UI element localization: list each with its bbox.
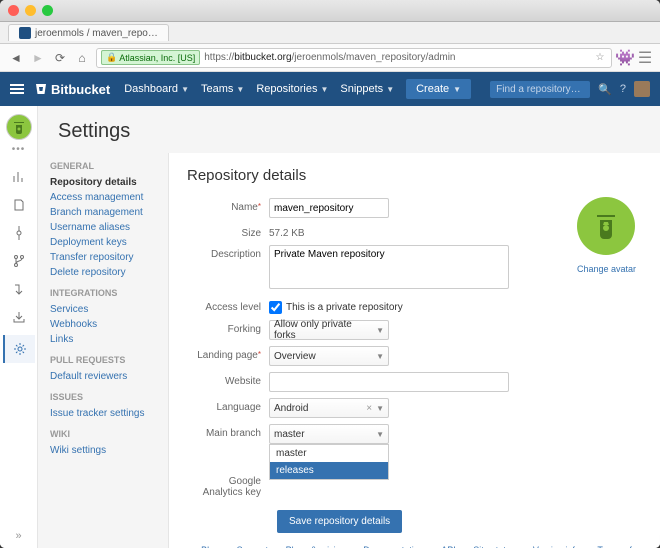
form-heading: Repository details [187,167,642,184]
close-window-icon[interactable] [8,5,19,16]
sidebar-item-links[interactable]: Links [50,332,156,347]
label-name: Name [231,202,258,213]
sidebar-item-services[interactable]: Services [50,302,156,317]
label-access: Access level [187,298,269,313]
debug-icon[interactable]: 👾 [618,51,632,65]
lock-icon: 🔒 [106,52,117,63]
label-landing: Landing page [197,350,258,361]
left-rail: ••• » [0,106,38,548]
sidehdr-integrations: INTEGRATIONS [50,288,156,298]
sidebar-item-transfer-repository[interactable]: Transfer repository [50,250,156,265]
forward-button[interactable]: ► [30,50,46,66]
url-path: /jeroenmols/maven_repository/admin [292,52,456,63]
search-input[interactable] [490,81,590,98]
sidebar-item-access-management[interactable]: Access management [50,190,156,205]
sidehdr-issues: ISSUES [50,392,156,402]
bookmark-star-icon[interactable]: ☆ [593,51,607,65]
browser-toolbar: ◄ ► ⟳ ⌂ 🔒 Atlassian, Inc. [US] https:// … [0,44,660,72]
reload-button[interactable]: ⟳ [52,50,68,66]
nav-teams[interactable]: Teams▼ [201,83,244,95]
settings-sidebar: GENERAL Repository details Access manage… [38,153,168,548]
settings-pane: Repository details Change avatar Name* S… [168,153,660,548]
sidebar-item-deployment-keys[interactable]: Deployment keys [50,235,156,250]
tab-title: jeroenmols / maven_repo… [35,28,158,39]
overview-icon[interactable] [3,163,35,191]
sidebar-item-issue-tracker-settings[interactable]: Issue tracker settings [50,406,156,421]
app-topnav: Bitbucket Dashboard▼ Teams▼ Repositories… [0,72,660,106]
user-avatar[interactable] [634,81,650,97]
commits-icon[interactable] [3,219,35,247]
sidebar-item-webhooks[interactable]: Webhooks [50,317,156,332]
save-button[interactable]: Save repository details [277,510,402,533]
description-input[interactable] [269,245,509,289]
brand-logo[interactable]: Bitbucket [34,82,110,97]
private-checkbox-label: This is a private repository [286,302,403,313]
menu-icon[interactable]: ☰ [638,51,652,65]
help-icon[interactable]: ? [620,83,626,95]
page-title: Settings [58,120,640,143]
address-bar[interactable]: 🔒 Atlassian, Inc. [US] https:// bitbucke… [96,48,612,68]
downloads-icon[interactable] [3,303,35,331]
url-scheme: https:// [204,52,234,63]
mainbranch-select[interactable]: master▼ [269,424,389,444]
label-ga: Google Analytics key [187,472,269,498]
sidebar-item-delete-repository[interactable]: Delete repository [50,265,156,280]
browser-tab[interactable]: jeroenmols / maven_repo… [8,24,169,41]
sidebar-item-wiki-settings[interactable]: Wiki settings [50,443,156,458]
branches-icon[interactable] [3,247,35,275]
private-checkbox[interactable] [269,301,282,314]
sidehdr-pullrequests: PULL REQUESTS [50,355,156,365]
sidehdr-general: GENERAL [50,161,156,171]
home-button[interactable]: ⌂ [74,50,90,66]
expand-rail-icon[interactable]: » [9,524,27,548]
dropdown-option-master[interactable]: master [270,445,388,462]
hamburger-icon[interactable] [10,84,24,94]
create-button[interactable]: Create▼ [406,79,471,99]
sidebar-item-repository-details[interactable]: Repository details [50,175,156,190]
label-size: Size [187,224,269,239]
nav-snippets[interactable]: Snippets▼ [340,83,394,95]
sidebar-item-username-aliases[interactable]: Username aliases [50,220,156,235]
sidebar-item-default-reviewers[interactable]: Default reviewers [50,369,156,384]
back-button[interactable]: ◄ [8,50,24,66]
language-select[interactable]: Android×▼ [269,398,389,418]
page-footer: Blog Support Plans & pricing Documentati… [187,533,642,548]
search-icon[interactable]: 🔍 [598,83,612,96]
sidebar-item-branch-management[interactable]: Branch management [50,205,156,220]
dropdown-option-releases[interactable]: releases [270,462,388,479]
landing-select[interactable]: Overview▼ [269,346,389,366]
forking-select[interactable]: Allow only private forks▼ [269,320,389,340]
browser-tabbar: jeroenmols / maven_repo… [0,22,660,44]
label-language: Language [187,398,269,413]
clear-icon: × [366,403,372,414]
pullrequests-icon[interactable] [3,275,35,303]
macos-titlebar [0,0,660,22]
source-icon[interactable] [3,191,35,219]
repo-avatar-large [577,197,635,255]
settings-icon[interactable] [3,335,35,363]
sidehdr-wiki: WIKI [50,429,156,439]
nav-repositories[interactable]: Repositories▼ [256,83,328,95]
mainbranch-dropdown: master releases [269,444,389,480]
ssl-badge: 🔒 Atlassian, Inc. [US] [101,50,200,65]
label-description: Description [187,245,269,260]
bitbucket-icon [34,82,48,96]
name-input[interactable] [269,198,389,218]
label-mainbranch: Main branch [187,424,269,439]
url-host: bitbucket.org [234,52,291,63]
nav-dashboard[interactable]: Dashboard▼ [124,83,189,95]
change-avatar-link[interactable]: Change avatar [577,264,636,274]
repo-avatar-icon[interactable] [6,114,32,140]
website-input[interactable] [269,372,509,392]
label-website: Website [187,372,269,387]
zoom-window-icon[interactable] [42,5,53,16]
favicon-icon [19,27,31,39]
minimize-window-icon[interactable] [25,5,36,16]
rail-more-icon[interactable]: ••• [12,144,26,155]
size-value: 57.2 KB [269,224,509,239]
label-forking: Forking [187,320,269,335]
